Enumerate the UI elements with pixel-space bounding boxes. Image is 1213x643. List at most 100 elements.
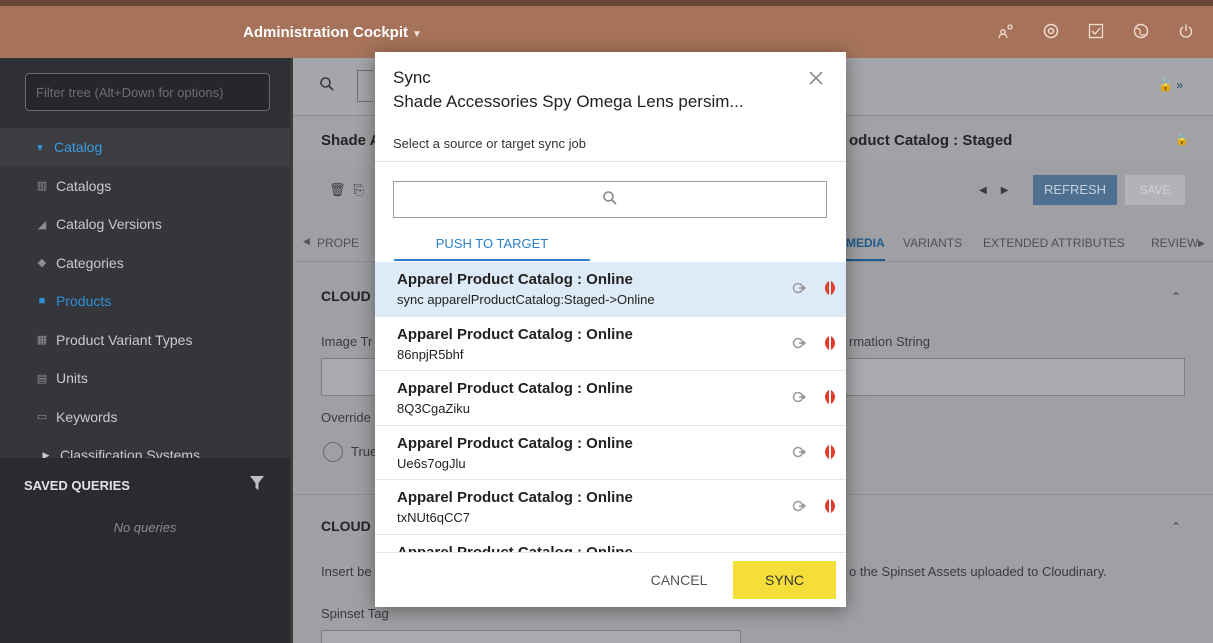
save-button[interactable]: SAVE <box>1125 175 1185 205</box>
variant-types-icon: ▦ <box>36 334 48 347</box>
sync-status-icon <box>823 280 837 296</box>
tree-item-keywords[interactable]: ▭ Keywords <box>0 398 290 437</box>
sync-job-code: txNUt6qCC7 <box>397 510 470 525</box>
sync-direction-icon <box>792 499 806 513</box>
product-icon: ■ <box>38 295 46 308</box>
checklist-icon[interactable] <box>1087 23 1105 41</box>
image-transform-label: Image Tr <box>321 334 373 349</box>
collapse-icon[interactable]: ⌃ <box>1171 520 1181 534</box>
tree-item-label: Catalog <box>54 139 103 156</box>
spinset-tag-field[interactable] <box>321 630 741 643</box>
no-queries-text: No queries <box>113 520 177 535</box>
sync-job-search-input[interactable] <box>393 181 827 218</box>
section-title: CLOUD <box>321 288 371 304</box>
tab-extended-attributes[interactable]: EXTENDED ATTRIBUTES <box>983 236 1125 250</box>
sync-status-icon <box>823 335 837 351</box>
dialog-subtitle: Shade Accessories Spy Omega Lens persim.… <box>393 92 744 111</box>
tree-item-catalog-versions[interactable]: ◢ Catalog Versions <box>0 205 290 244</box>
tree-item-units[interactable]: ▤ Units <box>0 359 290 398</box>
dialog-footer: CANCEL SYNC <box>375 552 846 607</box>
true-radio[interactable] <box>323 442 343 462</box>
sync-job-name: Apparel Product Catalog : Online <box>397 380 633 397</box>
app-title-menu[interactable]: Administration Cockpit ▼ <box>243 24 422 41</box>
globe-icon[interactable] <box>1132 23 1150 41</box>
saved-queries-header: SAVED QUERIES <box>24 478 130 493</box>
sync-job-row[interactable]: Apparel Product Catalog : Online <box>375 535 846 553</box>
true-radio-label: True <box>351 444 378 459</box>
sync-job-row[interactable]: Apparel Product Catalog : Online 8Q3CgaZ… <box>375 371 846 426</box>
override-label: Override <box>321 410 371 425</box>
transformation-string-label: rmation String <box>849 334 930 349</box>
tree-item-label: Product Variant Types <box>56 331 193 348</box>
delete-clone-icons[interactable]: 🗑⎘ <box>329 182 372 198</box>
filter-funnel-icon[interactable] <box>250 476 264 493</box>
tree-item-label: Keywords <box>56 408 118 425</box>
collapse-icon[interactable]: ⌃ <box>1171 290 1181 304</box>
user-switch-icon[interactable] <box>997 23 1015 41</box>
sync-status-icon <box>823 389 837 405</box>
sync-status-icon <box>823 444 837 460</box>
sync-job-row[interactable]: Apparel Product Catalog : Online Ue6s7og… <box>375 426 846 480</box>
tree-item-label: Categories <box>56 254 124 271</box>
sync-job-row[interactable]: Apparel Product Catalog : Online txNUt6q… <box>375 480 846 535</box>
tree-item-catalogs[interactable]: ▥ Catalogs <box>0 167 290 206</box>
sync-direction-icon <box>792 445 806 459</box>
sync-direction-icon <box>792 390 806 404</box>
cancel-button[interactable]: CANCEL <box>639 561 719 599</box>
lock-icon: 🔒 <box>1175 134 1189 146</box>
tree-item-label: Catalogs <box>56 177 112 194</box>
prev-next-arrows[interactable]: ◀▶ <box>979 185 1022 196</box>
search-icon <box>394 190 826 211</box>
advanced-search-icon[interactable] <box>319 76 335 97</box>
tab-scroll-left-icon[interactable]: ◀ <box>303 236 310 247</box>
saved-queries-panel: SAVED QUERIES No queries <box>0 458 290 643</box>
tab-scroll-right-icon[interactable]: ▶ <box>1198 238 1205 249</box>
app-title: Administration Cockpit <box>243 24 409 41</box>
sync-job-name: Apparel Product Catalog : Online <box>397 271 633 288</box>
sync-job-code: 86npjR5bhf <box>397 346 464 362</box>
refresh-button[interactable]: REFRESH <box>1033 175 1117 205</box>
chevron-down-icon: ▼ <box>412 29 422 40</box>
catalogs-icon: ▥ <box>36 180 48 193</box>
caret-down-icon: ▾ <box>37 141 43 154</box>
sync-job-name: Apparel Product Catalog : Online <box>397 489 633 506</box>
tree-item-catalog[interactable]: ▾ Catalog <box>0 128 290 167</box>
sync-job-row[interactable]: Apparel Product Catalog : Online sync ap… <box>375 262 846 317</box>
section-title: CLOUD <box>321 518 371 534</box>
close-icon[interactable] <box>808 66 824 92</box>
sync-button[interactable]: SYNC <box>733 561 836 599</box>
tab-media[interactable]: MEDIA <box>846 236 885 261</box>
tab-variants[interactable]: VARIANTS <box>903 236 962 250</box>
editor-title-right: oduct Catalog : Staged <box>849 132 1013 149</box>
spinset-description: o the Spinset Assets uploaded to Cloudin… <box>849 564 1107 579</box>
tab-properties[interactable]: PROPE <box>317 236 359 250</box>
insert-label: Insert be <box>321 564 372 579</box>
sync-job-code: Ue6s7ogJlu <box>397 455 466 471</box>
tree-item-product-variant-types[interactable]: ▦ Product Variant Types <box>0 321 290 360</box>
tree-item-products[interactable]: ■ Products <box>0 282 290 321</box>
dialog-description: Select a source or target sync job <box>393 136 586 151</box>
top-bar: Administration Cockpit ▼ <box>0 0 1213 58</box>
tag-icon: ◆ <box>37 257 47 270</box>
catalog-versions-icon: ◢ <box>37 218 47 231</box>
filter-tree-input[interactable]: Filter tree (Alt+Down for options) <box>25 73 270 111</box>
tree-item-label: Catalog Versions <box>56 216 162 233</box>
power-icon[interactable] <box>1177 23 1195 41</box>
sync-direction-icon <box>792 281 806 295</box>
tab-push-to-target[interactable]: PUSH TO TARGET <box>394 231 590 261</box>
sync-job-name: Apparel Product Catalog : Online <box>397 434 633 452</box>
sync-direction-icon <box>792 336 806 350</box>
help-icon[interactable] <box>1042 23 1060 41</box>
navigation-tree: ▾ Catalog ▥ Catalogs ◢ Catalog Versions … <box>0 128 290 463</box>
editor-title-left: Shade A <box>321 132 381 149</box>
search-field[interactable] <box>357 70 373 102</box>
sync-dialog: Sync Shade Accessories Spy Omega Lens pe… <box>375 52 846 607</box>
tree-item-label: Products <box>56 293 112 310</box>
sync-job-row[interactable]: Apparel Product Catalog : Online 86npjR5… <box>375 317 846 371</box>
tree-item-categories[interactable]: ◆ Categories <box>0 244 290 283</box>
tree-item-label: Units <box>56 370 88 387</box>
tab-reviews[interactable]: REVIEW <box>1151 236 1198 250</box>
sync-job-code: 8Q3CgaZiku <box>397 401 470 416</box>
sync-job-list: Apparel Product Catalog : Online sync ap… <box>375 262 846 552</box>
sync-job-name: Apparel Product Catalog : Online <box>397 325 633 343</box>
